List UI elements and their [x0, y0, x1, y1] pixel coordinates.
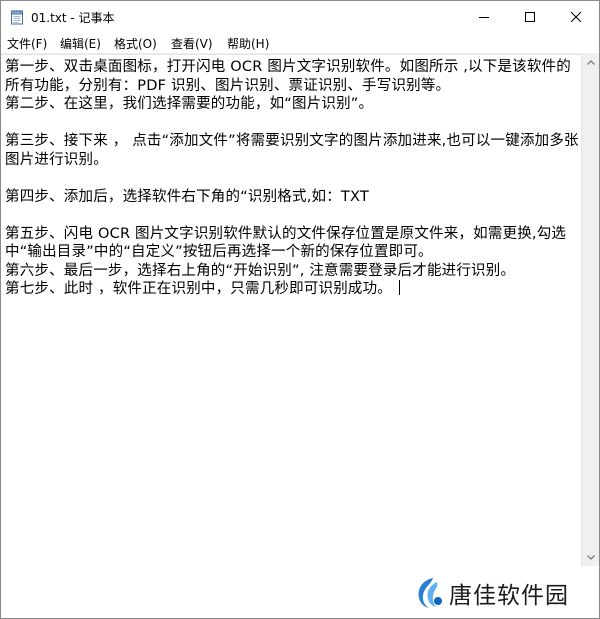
editor-text-area[interactable]: 第一步、双击桌面图标，打开闪电 OCR 图片文字识别软件。如图所示 ,以下是该软…: [5, 58, 579, 299]
text-editor[interactable]: 第一步、双击桌面图标，打开闪电 OCR 图片文字识别软件。如图所示 ,以下是该软…: [1, 54, 581, 567]
menu-help[interactable]: 帮助(H): [225, 35, 271, 52]
editor-content: 第一步、双击桌面图标，打开闪电 OCR 图片文字识别软件。如图所示 ,以下是该软…: [5, 59, 579, 297]
close-icon: [571, 11, 581, 22]
watermark: 唐佳软件园: [413, 575, 569, 611]
maximize-icon: [525, 11, 535, 22]
scroll-down-button[interactable]: [582, 549, 599, 566]
window-title: 01.txt - 记事本: [31, 11, 115, 25]
scroll-up-button[interactable]: [582, 54, 599, 71]
notepad-icon: [11, 10, 23, 25]
menu-view[interactable]: 查看(V): [169, 35, 215, 52]
menu-bar: 文件(F) 编辑(E) 格式(O) 查看(V) 帮助(H): [1, 32, 599, 54]
menu-format[interactable]: 格式(O): [112, 35, 159, 52]
menu-edit[interactable]: 编辑(E): [58, 35, 103, 52]
menu-file[interactable]: 文件(F): [5, 35, 49, 52]
scroll-up-icon: [587, 60, 595, 65]
maximize-button[interactable]: [507, 1, 553, 32]
watermark-text: 唐佳软件园: [449, 583, 569, 609]
scroll-down-icon: [587, 555, 595, 560]
minimize-button[interactable]: [461, 1, 507, 32]
title-bar[interactable]: 01.txt - 记事本: [1, 1, 599, 32]
footer-area: 唐佳软件园: [1, 567, 599, 618]
notepad-window: 01.txt - 记事本 文件(F) 编辑(E) 格式(O) 查看(V) 帮助(…: [0, 0, 600, 619]
text-caret: [398, 280, 400, 295]
watermark-logo-icon: [418, 578, 442, 608]
close-button[interactable]: [553, 1, 599, 32]
minimize-icon: [479, 16, 489, 18]
vertical-scrollbar[interactable]: [581, 54, 599, 566]
